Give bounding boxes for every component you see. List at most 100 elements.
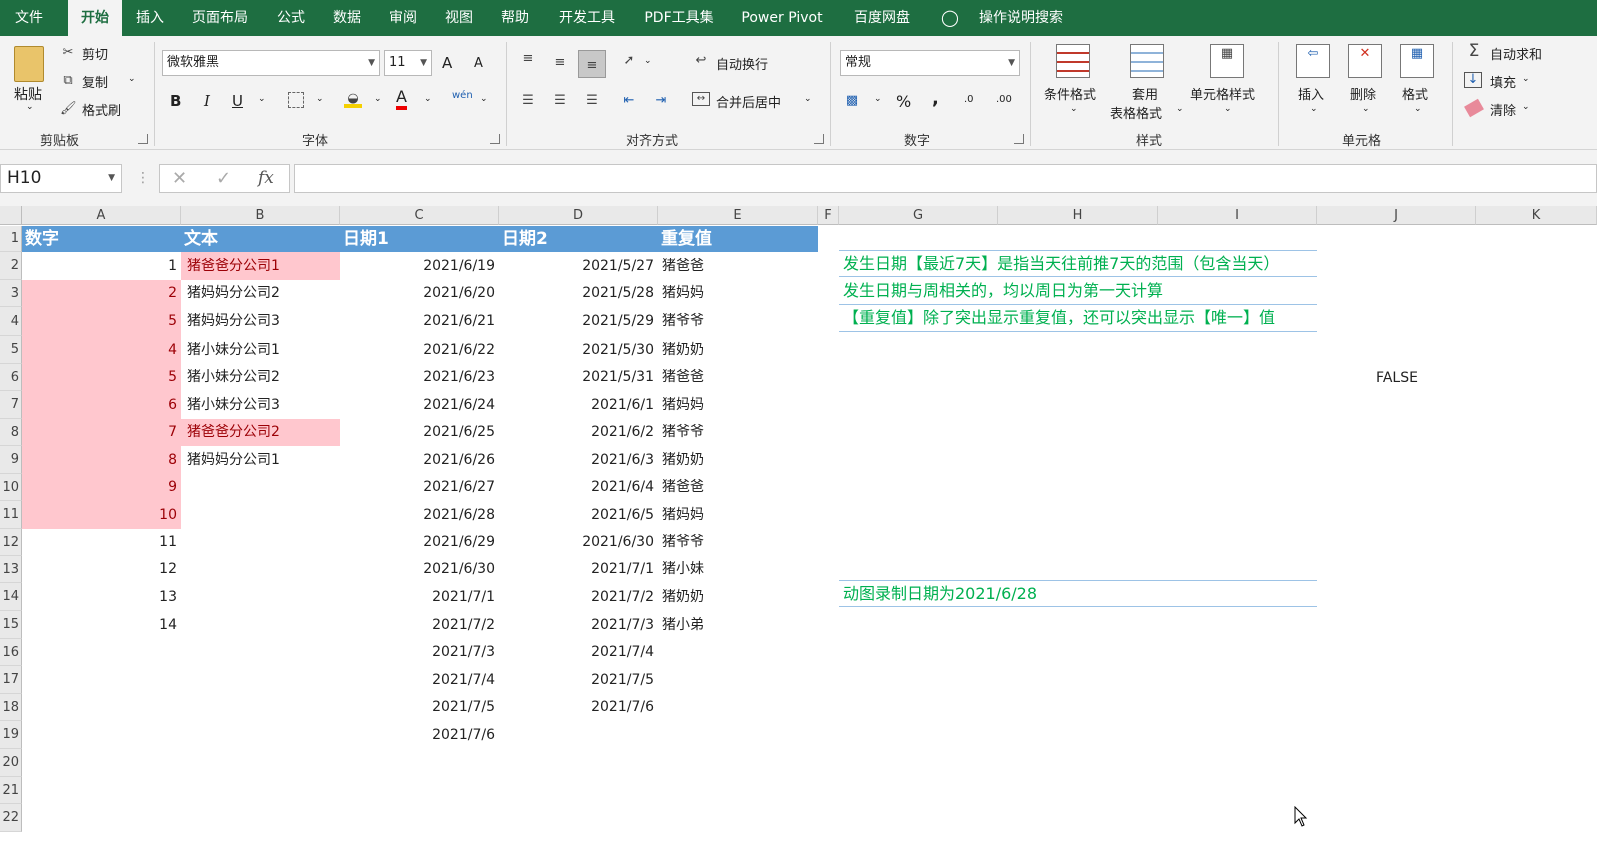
row-header-17[interactable]: 17	[0, 666, 22, 694]
name-box[interactable]: H10 ▼	[0, 164, 122, 193]
cell-c16[interactable]: 2021/7/3	[340, 639, 499, 666]
cell-e3[interactable]: 猪妈妈	[660, 280, 818, 307]
cell-a5[interactable]: 4	[22, 336, 181, 364]
tab-home[interactable]: 开始	[68, 0, 122, 36]
paste-dropdown-icon[interactable]: ⌄	[26, 102, 34, 112]
chevron-down-icon[interactable]: ▼	[108, 165, 115, 192]
align-top-icon[interactable]: ≡	[518, 50, 538, 68]
cell-b9[interactable]: 猪妈妈分公司1	[181, 446, 340, 474]
comma-button[interactable]: ,	[932, 88, 939, 109]
enter-check-icon[interactable]: ✓	[216, 168, 231, 189]
header-cell-e[interactable]: 重复值	[658, 226, 818, 252]
increase-indent-icon[interactable]: ⇥	[650, 92, 672, 110]
align-middle-icon[interactable]: ≡	[550, 54, 570, 72]
cell-b3[interactable]: 猪妈妈分公司2	[181, 280, 340, 307]
cell-e14[interactable]: 猪奶奶	[660, 583, 818, 611]
tab-data[interactable]: 数据	[322, 0, 372, 36]
tab-view[interactable]: 视图	[434, 0, 484, 36]
cell-c12[interactable]: 2021/6/29	[340, 529, 499, 556]
cell-c3[interactable]: 2021/6/20	[340, 280, 499, 307]
copy-button[interactable]: 复制	[82, 72, 108, 91]
italic-button[interactable]: I	[204, 92, 210, 110]
cell-e11[interactable]: 猪妈妈	[660, 501, 818, 529]
column-header-f[interactable]: F	[818, 206, 839, 225]
header-cell-d[interactable]: 日期2	[499, 226, 658, 252]
cell-a4[interactable]: 5	[22, 307, 181, 336]
row-header-1[interactable]: 1	[0, 226, 22, 252]
tab-baidu-netdisk[interactable]: 百度网盘	[844, 0, 920, 36]
orientation-dropdown-icon[interactable]: ⌄	[644, 56, 652, 66]
row-header-21[interactable]: 21	[0, 777, 22, 804]
column-header-i[interactable]: I	[1158, 206, 1317, 225]
merge-center-button[interactable]: 合并后居中	[716, 92, 781, 111]
tell-me-search[interactable]: 操作说明搜索	[966, 0, 1076, 36]
tab-review[interactable]: 审阅	[378, 0, 428, 36]
header-cell-c[interactable]: 日期1	[340, 226, 499, 252]
cell-c9[interactable]: 2021/6/26	[340, 446, 499, 474]
cell-d11[interactable]: 2021/6/5	[499, 501, 658, 529]
row-header-8[interactable]: 8	[0, 419, 22, 446]
row-header-5[interactable]: 5	[0, 336, 22, 364]
autosum-button[interactable]: 自动求和	[1490, 44, 1542, 63]
cell-a9[interactable]: 8	[22, 446, 181, 474]
font-launcher-icon[interactable]	[490, 134, 500, 144]
insert-cells-button[interactable]: 插入	[1298, 84, 1324, 103]
format-cells-icon[interactable]: ▦	[1400, 44, 1434, 78]
cell-e7[interactable]: 猪妈妈	[660, 391, 818, 419]
cell-d7[interactable]: 2021/6/1	[499, 391, 658, 419]
cell-c4[interactable]: 2021/6/21	[340, 307, 499, 336]
cell-a8[interactable]: 7	[22, 419, 181, 446]
cell-a2[interactable]: 1	[22, 252, 181, 280]
cell-styles-button[interactable]: 单元格样式	[1190, 84, 1255, 103]
row-header-4[interactable]: 4	[0, 307, 22, 336]
cell-a15[interactable]: 14	[22, 611, 181, 639]
cell-e10[interactable]: 猪爸爸	[660, 474, 818, 501]
clear-button[interactable]: 清除	[1490, 100, 1516, 119]
cell-d6[interactable]: 2021/5/31	[499, 364, 658, 391]
cell-c17[interactable]: 2021/7/4	[340, 666, 499, 694]
wrap-text-button[interactable]: 自动换行	[716, 54, 768, 73]
cell-a14[interactable]: 13	[22, 583, 181, 611]
tab-pdf-tools[interactable]: PDF工具集	[636, 0, 722, 36]
cell-e8[interactable]: 猪爷爷	[660, 419, 818, 446]
row-header-9[interactable]: 9	[0, 446, 22, 474]
cell-c14[interactable]: 2021/7/1	[340, 583, 499, 611]
cell-c5[interactable]: 2021/6/22	[340, 336, 499, 364]
format-as-table-label1[interactable]: 套用	[1132, 84, 1158, 103]
tab-formulas[interactable]: 公式	[266, 0, 316, 36]
conditional-format-button[interactable]: 条件格式	[1044, 84, 1096, 103]
fill-button[interactable]: 填充	[1490, 72, 1516, 91]
font-color-dropdown-icon[interactable]: ⌄	[424, 94, 432, 104]
cell-a6[interactable]: 5	[22, 364, 181, 391]
cell-e9[interactable]: 猪奶奶	[660, 446, 818, 474]
cell-b2[interactable]: 猪爸爸分公司1	[181, 252, 340, 280]
cell-a7[interactable]: 6	[22, 391, 181, 419]
note-cell-g4[interactable]: 【重复值】除了突出显示重复值，还可以突出显示【唯一】值	[839, 305, 1317, 332]
cell-c6[interactable]: 2021/6/23	[340, 364, 499, 391]
insert-function-button[interactable]: fx	[258, 168, 274, 188]
cancel-icon[interactable]: ✕	[172, 168, 187, 189]
cell-c11[interactable]: 2021/6/28	[340, 501, 499, 529]
cell-c8[interactable]: 2021/6/25	[340, 419, 499, 446]
cell-e4[interactable]: 猪爷爷	[660, 307, 818, 336]
cell-b6[interactable]: 猪小妹分公司2	[181, 364, 340, 391]
cell-a13[interactable]: 12	[22, 556, 181, 583]
header-cell-a[interactable]: 数字	[22, 226, 181, 252]
fill-color-dropdown-icon[interactable]: ⌄	[374, 94, 382, 104]
bold-button[interactable]: B	[170, 92, 181, 110]
delete-cells-icon[interactable]: ✕	[1348, 44, 1382, 78]
column-header-h[interactable]: H	[998, 206, 1158, 225]
cell-styles-dropdown-icon[interactable]: ⌄	[1224, 104, 1232, 114]
insert-cells-icon[interactable]: ⇦	[1296, 44, 1330, 78]
row-header-16[interactable]: 16	[0, 639, 22, 666]
alignment-launcher-icon[interactable]	[814, 134, 824, 144]
align-bottom-icon[interactable]: ≡	[578, 50, 606, 78]
cell-d8[interactable]: 2021/6/2	[499, 419, 658, 446]
row-header-6[interactable]: 6	[0, 364, 22, 391]
cell-d16[interactable]: 2021/7/4	[499, 639, 658, 666]
cell-a10[interactable]: 9	[22, 474, 181, 501]
cell-a12[interactable]: 11	[22, 529, 181, 556]
format-as-table-label2[interactable]: 表格格式	[1110, 103, 1162, 122]
cell-d12[interactable]: 2021/6/30	[499, 529, 658, 556]
align-right-icon[interactable]: ☰	[582, 92, 602, 110]
